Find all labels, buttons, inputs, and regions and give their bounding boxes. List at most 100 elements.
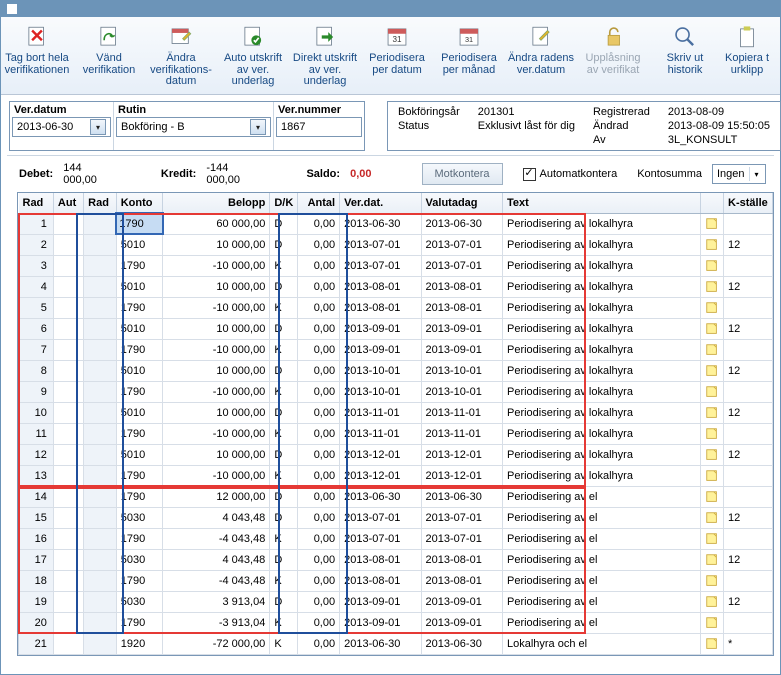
- table-row[interactable]: 1950303 913,04D0,002013-09-012013-09-01P…: [19, 591, 773, 612]
- cell[interactable]: 0,00: [298, 633, 340, 654]
- cell[interactable]: 5010: [116, 234, 163, 255]
- cell[interactable]: [84, 423, 117, 444]
- cell[interactable]: 12: [724, 444, 773, 465]
- cell[interactable]: 2013-10-01: [340, 381, 421, 402]
- cell[interactable]: 5010: [116, 402, 163, 423]
- cell[interactable]: 2013-08-01: [421, 276, 502, 297]
- cell[interactable]: 2013-10-01: [340, 360, 421, 381]
- table-row[interactable]: 111790-10 000,00K0,002013-11-012013-11-0…: [19, 423, 773, 444]
- cell[interactable]: [84, 297, 117, 318]
- cell[interactable]: 2013-08-01: [421, 570, 502, 591]
- cell[interactable]: 2013-07-01: [340, 255, 421, 276]
- cell[interactable]: D: [270, 486, 298, 507]
- cell[interactable]: 12: [724, 402, 773, 423]
- note-icon[interactable]: [705, 595, 719, 609]
- cell[interactable]: 2013-11-01: [340, 402, 421, 423]
- cell[interactable]: Periodisering av lokalhyra: [502, 423, 700, 444]
- cell[interactable]: [724, 528, 773, 549]
- cell[interactable]: [724, 570, 773, 591]
- cell[interactable]: 2013-12-01: [340, 465, 421, 486]
- cell[interactable]: 1790: [116, 612, 163, 633]
- cell[interactable]: 5010: [116, 360, 163, 381]
- periodisera-date-button[interactable]: 31 Periodiseraper datum: [361, 19, 433, 94]
- cell[interactable]: 2013-07-01: [421, 507, 502, 528]
- cell[interactable]: [53, 570, 83, 591]
- cell[interactable]: 1790: [116, 528, 163, 549]
- cell[interactable]: 0,00: [298, 549, 340, 570]
- cell[interactable]: 0,00: [298, 528, 340, 549]
- cell[interactable]: 1: [19, 213, 54, 234]
- cell[interactable]: [53, 213, 83, 234]
- cell[interactable]: 12: [724, 318, 773, 339]
- cell[interactable]: 0,00: [298, 612, 340, 633]
- cell[interactable]: 2013-06-30: [340, 486, 421, 507]
- cell[interactable]: [700, 318, 723, 339]
- cell[interactable]: Periodisering av el: [502, 549, 700, 570]
- cell[interactable]: -72 000,00: [163, 633, 270, 654]
- table-row[interactable]: 181790-4 043,48K0,002013-08-012013-08-01…: [19, 570, 773, 591]
- cell[interactable]: 0,00: [298, 213, 340, 234]
- change-row-date-button[interactable]: Ändra radensver.datum: [505, 19, 577, 94]
- cell[interactable]: D: [270, 276, 298, 297]
- cell[interactable]: Periodisering av lokalhyra: [502, 402, 700, 423]
- cell[interactable]: 0,00: [298, 360, 340, 381]
- table-row[interactable]: 211920-72 000,00K0,002013-06-302013-06-3…: [19, 633, 773, 654]
- cell[interactable]: [84, 570, 117, 591]
- cell[interactable]: [724, 339, 773, 360]
- table-row[interactable]: 201790-3 913,04K0,002013-09-012013-09-01…: [19, 612, 773, 633]
- cell[interactable]: [700, 507, 723, 528]
- cell[interactable]: [724, 465, 773, 486]
- cell[interactable]: K: [270, 423, 298, 444]
- cell[interactable]: 1790: [116, 339, 163, 360]
- cell[interactable]: [700, 591, 723, 612]
- cell[interactable]: D: [270, 507, 298, 528]
- note-icon[interactable]: [705, 301, 719, 315]
- cell[interactable]: -10 000,00: [163, 465, 270, 486]
- cell[interactable]: 10: [19, 402, 54, 423]
- ledger-grid[interactable]: Rad Aut Rad Konto Belopp D/K Antal Ver.d…: [17, 192, 774, 656]
- cell[interactable]: 1790: [116, 570, 163, 591]
- cell[interactable]: 4 043,48: [163, 549, 270, 570]
- note-icon[interactable]: [705, 322, 719, 336]
- cell[interactable]: Periodisering av lokalhyra: [502, 465, 700, 486]
- cell[interactable]: 1790: [116, 255, 163, 276]
- cell[interactable]: [53, 339, 83, 360]
- cell[interactable]: K: [270, 570, 298, 591]
- cell[interactable]: K: [270, 633, 298, 654]
- table-row[interactable]: 91790-10 000,00K0,002013-10-012013-10-01…: [19, 381, 773, 402]
- cell[interactable]: [53, 255, 83, 276]
- cell[interactable]: [84, 276, 117, 297]
- motkontera-button[interactable]: Motkontera: [422, 163, 503, 185]
- cell[interactable]: 5030: [116, 507, 163, 528]
- col-dk[interactable]: D/K: [270, 193, 298, 213]
- cell[interactable]: *: [724, 633, 773, 654]
- cell[interactable]: 12: [724, 549, 773, 570]
- col-verdat[interactable]: Ver.dat.: [340, 193, 421, 213]
- table-row[interactable]: 6501010 000,00D0,002013-09-012013-09-01P…: [19, 318, 773, 339]
- cell[interactable]: 21: [19, 633, 54, 654]
- cell[interactable]: [700, 465, 723, 486]
- cell[interactable]: 0,00: [298, 318, 340, 339]
- cell[interactable]: [724, 486, 773, 507]
- cell[interactable]: 1790: [116, 423, 163, 444]
- cell[interactable]: [53, 591, 83, 612]
- cell[interactable]: 17: [19, 549, 54, 570]
- cell[interactable]: Lokalhyra och el: [502, 633, 700, 654]
- rutin-input[interactable]: Bokföring - B ▾: [116, 117, 271, 137]
- cell[interactable]: 18: [19, 570, 54, 591]
- cell[interactable]: 5030: [116, 549, 163, 570]
- cell[interactable]: Periodisering av lokalhyra: [502, 234, 700, 255]
- cell[interactable]: 2013-09-01: [421, 339, 502, 360]
- cell[interactable]: 2013-06-30: [421, 486, 502, 507]
- cell[interactable]: Periodisering av lokalhyra: [502, 318, 700, 339]
- cell[interactable]: 2013-10-01: [421, 360, 502, 381]
- cell[interactable]: 0,00: [298, 402, 340, 423]
- cell[interactable]: 2013-09-01: [340, 339, 421, 360]
- cell[interactable]: Periodisering av lokalhyra: [502, 255, 700, 276]
- cell[interactable]: 2013-06-30: [421, 633, 502, 654]
- cell[interactable]: 2: [19, 234, 54, 255]
- note-icon[interactable]: [705, 511, 719, 525]
- cell[interactable]: 6: [19, 318, 54, 339]
- cell[interactable]: -10 000,00: [163, 423, 270, 444]
- col-note[interactable]: [700, 193, 723, 213]
